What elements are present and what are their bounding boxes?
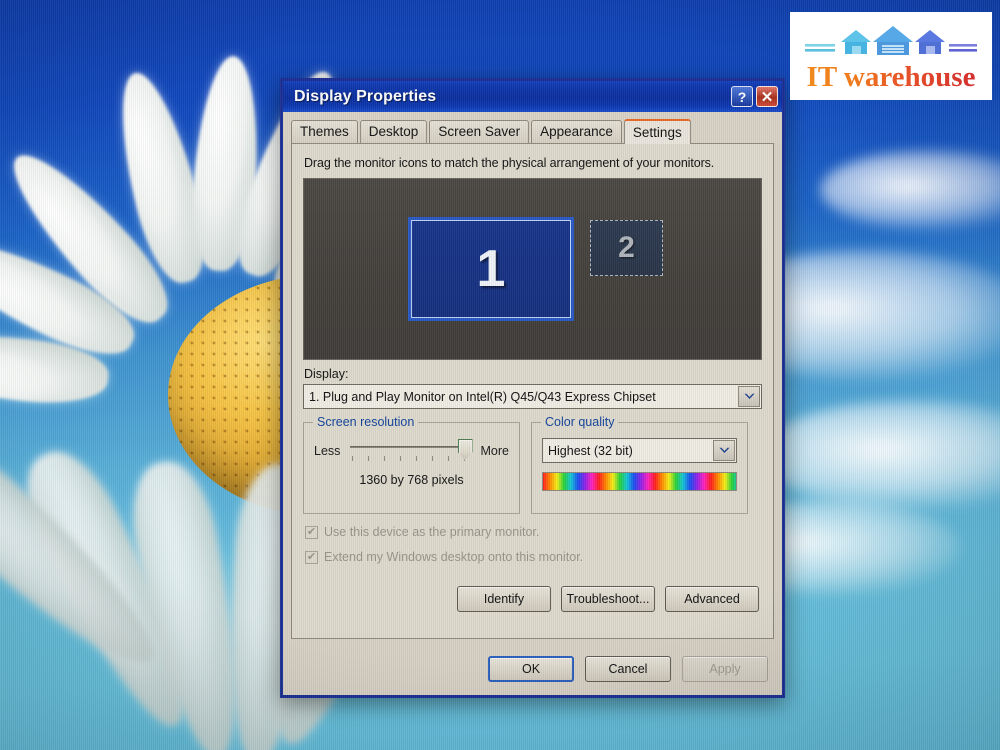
- tab-screen-saver[interactable]: Screen Saver: [429, 120, 530, 143]
- extend-desktop-checkbox-row[interactable]: ✔ Extend my Windows desktop onto this mo…: [305, 550, 762, 564]
- settings-action-buttons: Identify Troubleshoot... Advanced: [303, 586, 759, 612]
- screen-resolution-group: Screen resolution Less More 1360 by 768 …: [303, 415, 520, 514]
- monitor-arrangement-area[interactable]: 1 2: [303, 178, 762, 360]
- troubleshoot-button[interactable]: Troubleshoot...: [561, 586, 655, 612]
- identify-button[interactable]: Identify: [457, 586, 551, 612]
- resolution-value: 1360 by 768 pixels: [359, 473, 464, 487]
- display-dropdown[interactable]: 1. Plug and Play Monitor on Intel(R) Q45…: [303, 384, 762, 409]
- color-quality-legend: Color quality: [541, 415, 619, 429]
- warehouse-icons: [803, 24, 979, 60]
- apply-button: Apply: [682, 656, 768, 682]
- it-warehouse-watermark: IT warehouse: [790, 12, 992, 100]
- tab-settings[interactable]: Settings: [623, 119, 691, 144]
- dialog-title: Display Properties: [294, 87, 437, 105]
- display-properties-dialog[interactable]: Display Properties ? ✕ Themes Desktop Sc…: [280, 78, 785, 698]
- extend-desktop-label: Extend my Windows desktop onto this moni…: [324, 550, 584, 564]
- primary-monitor-label: Use this device as the primary monitor.: [324, 525, 540, 539]
- settings-tab-panel: Drag the monitor icons to match the phys…: [291, 143, 774, 639]
- display-dropdown-value: 1. Plug and Play Monitor on Intel(R) Q45…: [309, 389, 656, 404]
- monitor-2-number: 2: [618, 231, 635, 264]
- advanced-button[interactable]: Advanced: [665, 586, 759, 612]
- color-quality-group: Color quality Highest (32 bit): [531, 415, 748, 514]
- cloud-decoration: [760, 400, 1000, 510]
- tab-themes[interactable]: Themes: [291, 120, 358, 143]
- display-label: Display:: [304, 367, 349, 381]
- resolution-slider[interactable]: [346, 439, 474, 463]
- settings-group-row: Screen resolution Less More 1360 by 768 …: [303, 415, 762, 514]
- close-icon[interactable]: ✕: [756, 86, 778, 107]
- tab-appearance[interactable]: Appearance: [531, 120, 622, 143]
- checkbox-icon[interactable]: ✔: [305, 525, 318, 539]
- checkbox-icon[interactable]: ✔: [305, 550, 318, 564]
- cancel-button[interactable]: Cancel: [585, 656, 671, 682]
- cloud-decoration: [820, 150, 1000, 230]
- chevron-down-icon[interactable]: [713, 440, 735, 461]
- resolution-slider-row[interactable]: Less More: [314, 439, 509, 463]
- help-button[interactable]: ?: [731, 86, 753, 107]
- warehouse-logo-icon: [805, 26, 977, 55]
- slider-ticks: [352, 456, 467, 461]
- slider-track: [350, 446, 471, 448]
- color-quality-value: Highest (32 bit): [548, 443, 633, 458]
- ok-button[interactable]: OK: [488, 656, 574, 682]
- tab-strip[interactable]: Themes Desktop Screen Saver Appearance S…: [283, 112, 782, 144]
- desktop-background: Display Properties ? ✕ Themes Desktop Sc…: [0, 0, 1000, 750]
- monitor-1-number: 1: [476, 240, 506, 298]
- watermark-text: IT warehouse: [806, 61, 976, 93]
- color-quality-dropdown[interactable]: Highest (32 bit): [542, 438, 737, 463]
- tab-desktop[interactable]: Desktop: [359, 120, 428, 143]
- monitor-icon-2[interactable]: 2: [590, 220, 663, 276]
- monitor-icon-1[interactable]: 1: [408, 217, 574, 321]
- arrangement-hint: Drag the monitor icons to match the phys…: [304, 156, 715, 170]
- color-spectrum-bar: [542, 472, 737, 491]
- slider-less-label: Less: [314, 444, 341, 458]
- slider-more-label: More: [480, 444, 509, 458]
- dialog-titlebar[interactable]: Display Properties ? ✕: [280, 78, 785, 112]
- primary-monitor-checkbox-row[interactable]: ✔ Use this device as the primary monitor…: [305, 525, 762, 539]
- chevron-down-icon[interactable]: [738, 386, 760, 407]
- screen-resolution-legend: Screen resolution: [313, 415, 419, 429]
- dialog-footer: OK Cancel Apply: [283, 647, 782, 691]
